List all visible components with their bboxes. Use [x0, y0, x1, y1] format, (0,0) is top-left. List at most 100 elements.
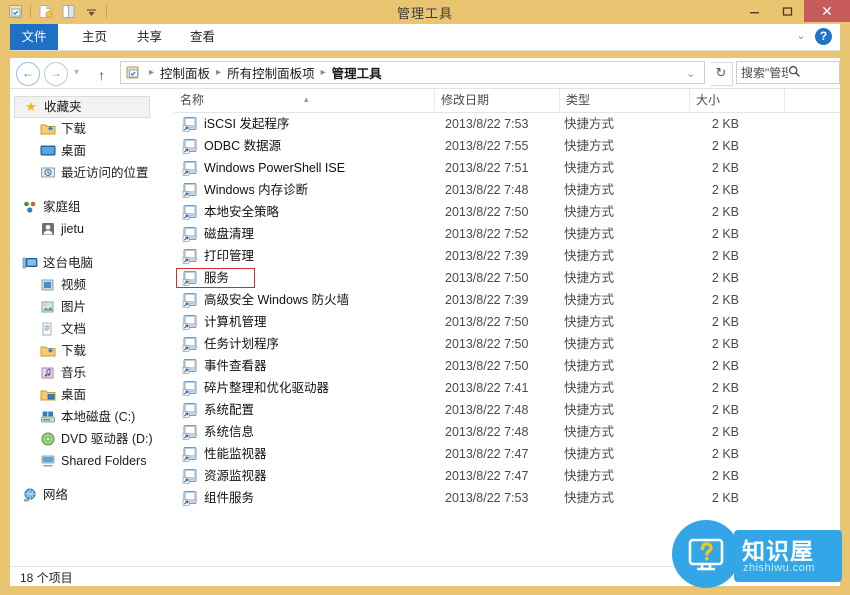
watermark-brand-en: zhishiwu.com [743, 562, 816, 574]
minimize-button[interactable] [738, 0, 771, 22]
table-row[interactable]: Windows 内存诊断 2013/8/22 7:48 快捷方式 2 KB [174, 179, 840, 201]
address-dropdown-icon[interactable]: ⌄ [686, 67, 695, 80]
table-row[interactable]: 碎片整理和优化驱动器 2013/8/22 7:41 快捷方式 2 KB [174, 377, 840, 399]
sidebar-item-documents[interactable]: 文档 [10, 318, 158, 340]
sidebar-item-downloads[interactable]: 下载 [10, 118, 158, 140]
table-row[interactable]: 高级安全 Windows 防火墙 2013/8/22 7:39 快捷方式 2 KB [174, 289, 840, 311]
file-modified-date: 2013/8/22 7:48 [445, 403, 529, 417]
breadcrumb-sep-1[interactable]: ▸ [211, 67, 226, 78]
shortcut-icon [182, 402, 198, 418]
pictures-folder-icon [40, 299, 56, 315]
file-type: 快捷方式 [564, 139, 615, 153]
refresh-button[interactable]: ↻ [710, 62, 733, 86]
file-size: 2 KB [711, 359, 739, 373]
table-row[interactable]: 系统信息 2013/8/22 7:48 快捷方式 2 KB [174, 421, 840, 443]
table-row[interactable]: 资源监视器 2013/8/22 7:47 快捷方式 2 KB [174, 465, 840, 487]
search-icon[interactable] [788, 65, 835, 81]
tab-view[interactable]: 查看 [178, 24, 227, 50]
file-modified-date: 2013/8/22 7:51 [445, 161, 529, 175]
sidebar-item-network[interactable]: 网络 [10, 484, 158, 506]
sidebar-item-videos[interactable]: 视频 [10, 274, 158, 296]
recent-locations-icon[interactable]: ▾ [74, 67, 79, 78]
maximize-button[interactable] [771, 0, 804, 22]
desktop-folder-icon [40, 387, 56, 403]
downloads-folder-icon [40, 121, 56, 137]
breadcrumb-all-items[interactable]: 所有控制面板项 [226, 63, 316, 82]
file-type: 快捷方式 [564, 337, 615, 351]
watermark-circle [672, 520, 740, 588]
file-modified-date: 2013/8/22 7:53 [445, 491, 529, 505]
table-row[interactable]: 服务 2013/8/22 7:50 快捷方式 2 KB [174, 267, 840, 289]
forward-button[interactable]: → [44, 62, 68, 86]
sidebar-item-desktop[interactable]: 桌面 [10, 140, 158, 162]
sidebar-item-this-pc[interactable]: 这台电脑 [10, 252, 158, 274]
table-row[interactable]: Windows PowerShell ISE 2013/8/22 7:51 快捷方式… [174, 157, 840, 179]
desktop-icon [40, 143, 56, 159]
file-name: 本地安全策略 [204, 205, 280, 219]
sidebar-item-local-disk-c[interactable]: 本地磁盘 (C:) [10, 406, 158, 428]
table-row[interactable]: ODBC 数据源 2013/8/22 7:55 快捷方式 2 KB [174, 135, 840, 157]
file-type: 快捷方式 [564, 403, 615, 417]
search-input[interactable]: 搜索"管理... [736, 61, 840, 84]
shortcut-icon [182, 380, 198, 396]
column-header-type[interactable]: 类型 [559, 89, 689, 111]
sidebar-label-jietu: jietu [61, 222, 84, 236]
sidebar-label-homegroup: 家庭组 [43, 200, 81, 214]
title-bar: 管理工具 ✕ [0, 0, 850, 24]
tab-share[interactable]: 共享 [125, 24, 174, 50]
breadcrumb-control-panel[interactable]: 控制面板 [159, 63, 211, 82]
ribbon-collapse-icon[interactable]: ⌄ [795, 30, 807, 42]
table-row[interactable]: 打印管理 2013/8/22 7:39 快捷方式 2 KB [174, 245, 840, 267]
address-breadcrumb-box[interactable]: ▸ 控制面板 ▸ 所有控制面板项 ▸ 管理工具 [120, 61, 705, 84]
table-row[interactable]: 事件查看器 2013/8/22 7:50 快捷方式 2 KB [174, 355, 840, 377]
back-button[interactable]: ← [16, 62, 40, 86]
breadcrumb-sep-2[interactable]: ▸ [316, 67, 331, 78]
column-header-spacer[interactable] [784, 89, 840, 111]
shortcut-icon [182, 336, 198, 352]
table-row[interactable]: 本地安全策略 2013/8/22 7:50 快捷方式 2 KB [174, 201, 840, 223]
column-header-size[interactable]: 大小 [689, 89, 784, 111]
sidebar-item-jietu[interactable]: jietu [10, 218, 158, 240]
file-modified-date: 2013/8/22 7:48 [445, 183, 529, 197]
file-type: 快捷方式 [564, 425, 615, 439]
up-button[interactable]: ↑ [98, 67, 105, 83]
sidebar-item-dvd-drive-d[interactable]: DVD 驱动器 (D:) [10, 428, 158, 450]
column-header-name[interactable]: 名称 ▴ [174, 89, 434, 111]
file-modified-date: 2013/8/22 7:47 [445, 469, 529, 483]
close-button[interactable]: ✕ [804, 0, 850, 22]
table-row[interactable]: 任务计划程序 2013/8/22 7:50 快捷方式 2 KB [174, 333, 840, 355]
documents-folder-icon [40, 321, 56, 337]
table-row[interactable]: 性能监视器 2013/8/22 7:47 快捷方式 2 KB [174, 443, 840, 465]
help-button[interactable]: ? [815, 28, 832, 45]
sidebar-label-desktop: 桌面 [61, 144, 87, 158]
sidebar-label-downloads: 下载 [61, 122, 87, 136]
table-row[interactable]: 系统配置 2013/8/22 7:48 快捷方式 2 KB [174, 399, 840, 421]
window-title: 管理工具 [396, 6, 453, 21]
breadcrumb-admin-tools[interactable]: 管理工具 [331, 63, 383, 82]
shortcut-icon [182, 182, 198, 198]
sidebar-label-this-pc: 这台电脑 [43, 256, 94, 270]
table-row[interactable]: 计算机管理 2013/8/22 7:50 快捷方式 2 KB [174, 311, 840, 333]
tab-file[interactable]: 文件 [10, 24, 58, 50]
sidebar-item-music[interactable]: 音乐 [10, 362, 158, 384]
sidebar-item-favorites[interactable]: ★ 收藏夹 [14, 96, 150, 118]
shortcut-icon [182, 160, 198, 176]
file-list-pane: 名称 ▴ 修改日期 类型 大小 iSCSI 发起程序 2013/8/22 7:53… [174, 89, 840, 567]
sidebar-item-shared-folders[interactable]: Shared Folders [10, 450, 158, 472]
table-row[interactable]: iSCSI 发起程序 2013/8/22 7:53 快捷方式 2 KB [174, 113, 840, 135]
shortcut-icon [182, 204, 198, 220]
tab-home[interactable]: 主页 [70, 24, 119, 50]
file-name: ODBC 数据源 [204, 139, 282, 153]
sidebar-item-downloads-2[interactable]: 下载 [10, 340, 158, 362]
file-type: 快捷方式 [564, 227, 615, 241]
sidebar-item-pictures[interactable]: 图片 [10, 296, 158, 318]
sidebar-item-recent-places[interactable]: 最近访问的位置 [10, 162, 158, 184]
column-header-date[interactable]: 修改日期 [434, 89, 559, 111]
table-row[interactable]: 磁盘清理 2013/8/22 7:52 快捷方式 2 KB [174, 223, 840, 245]
file-modified-date: 2013/8/22 7:50 [445, 205, 529, 219]
sidebar-item-homegroup[interactable]: 家庭组 [10, 196, 158, 218]
this-pc-icon [22, 255, 38, 271]
file-size: 2 KB [711, 139, 739, 153]
table-row[interactable]: 组件服务 2013/8/22 7:53 快捷方式 2 KB [174, 487, 840, 509]
sidebar-item-desktop-2[interactable]: 桌面 [10, 384, 158, 406]
